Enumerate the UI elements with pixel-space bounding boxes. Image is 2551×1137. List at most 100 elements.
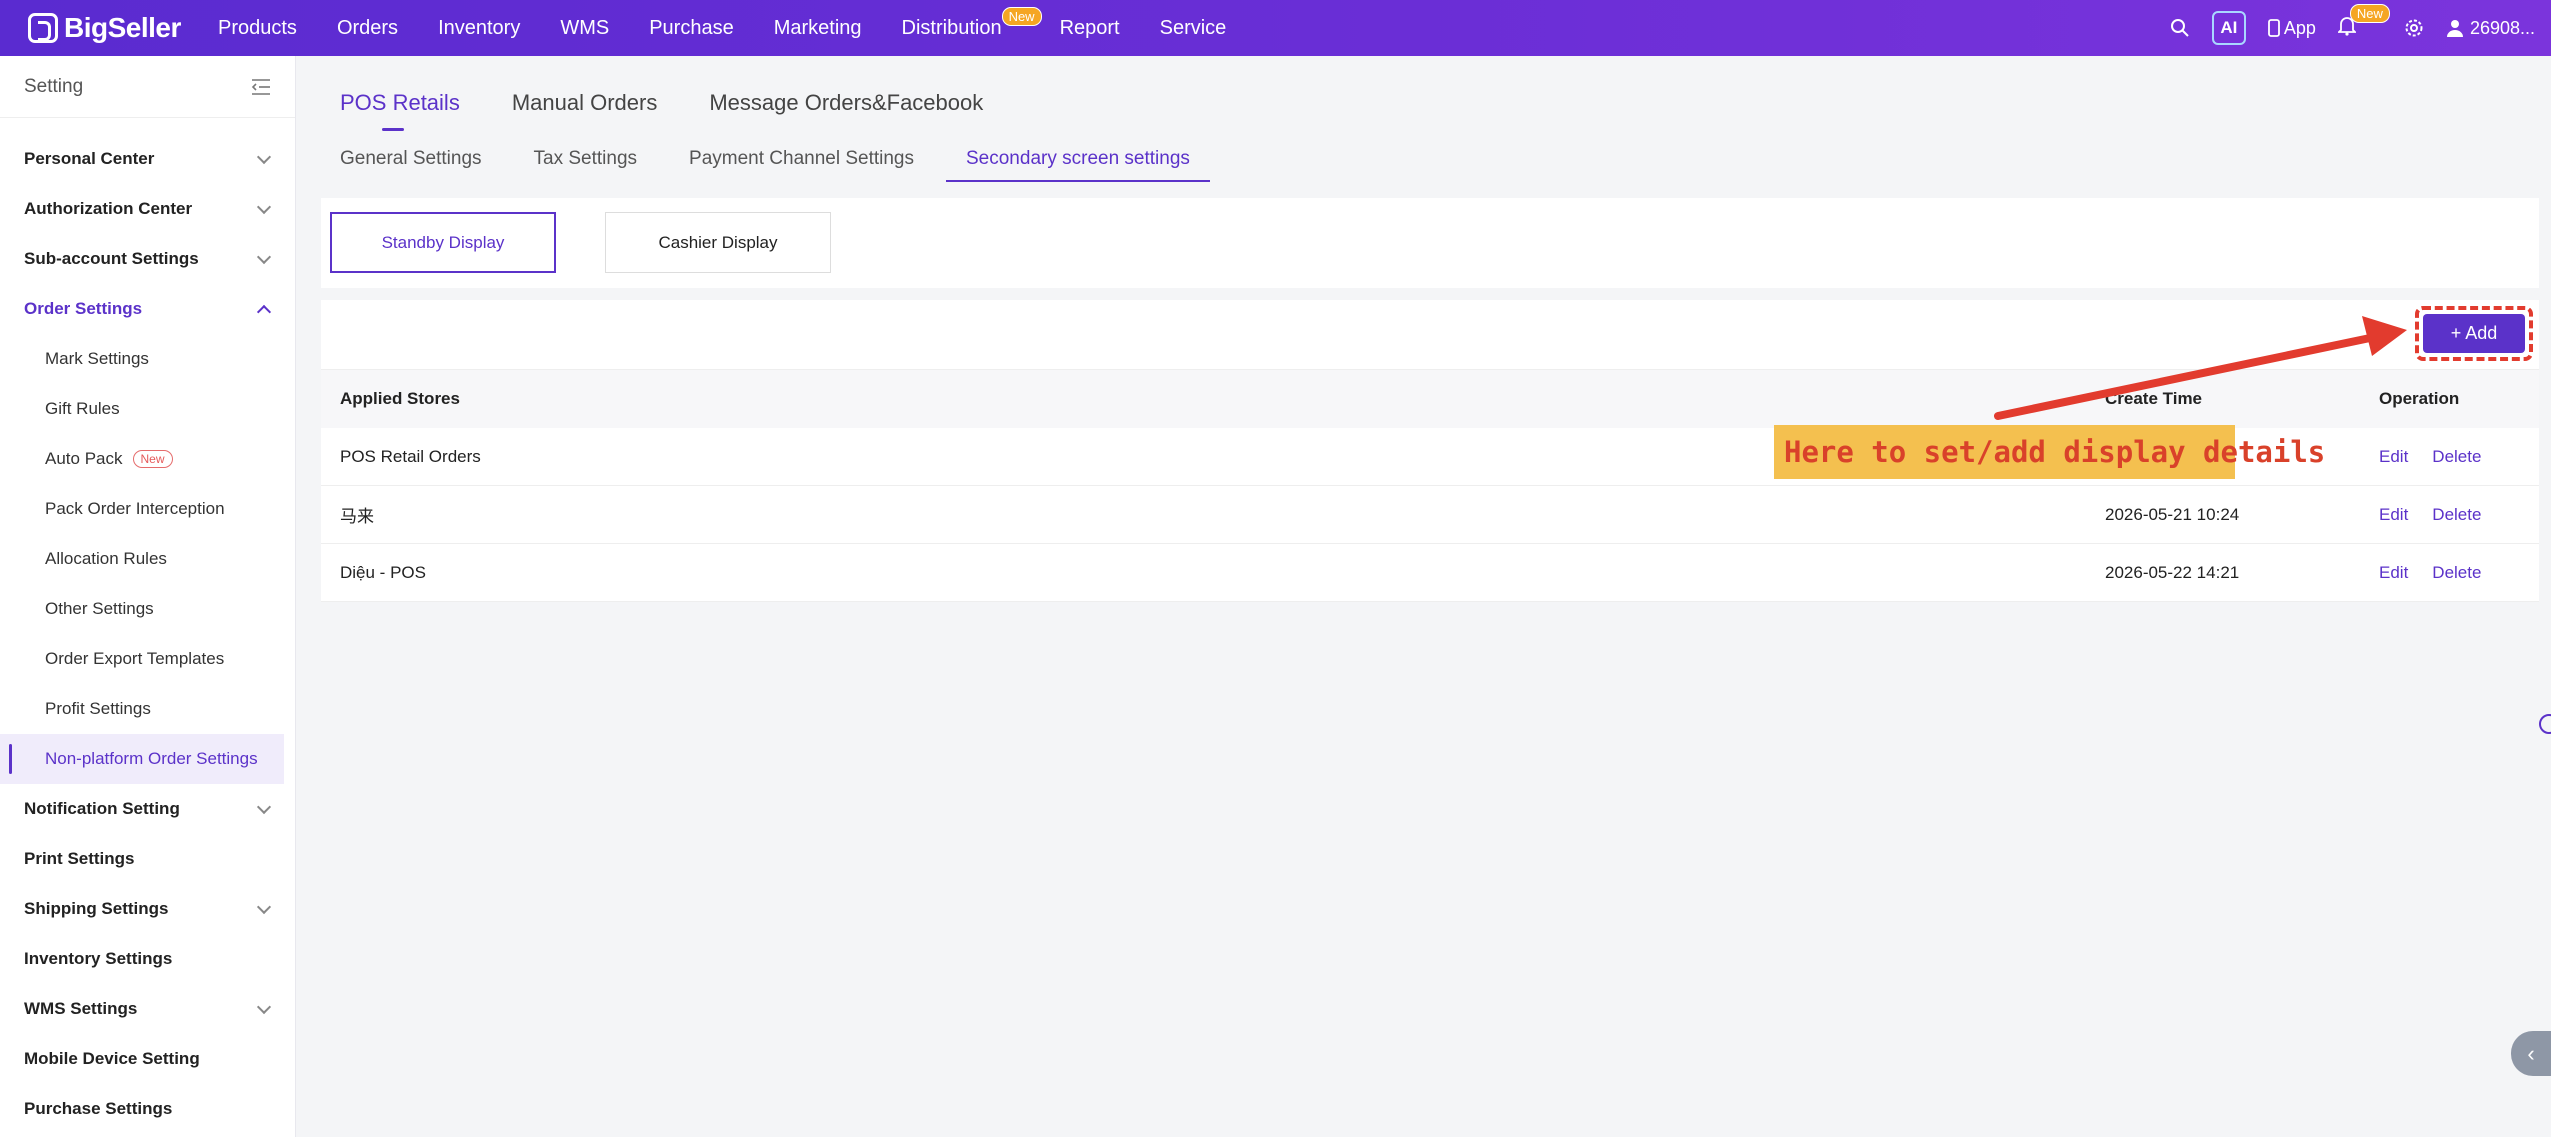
top-right-tools: AI App New 26908... [2170, 0, 2535, 56]
table-row: 马来 2026-05-21 10:24 Edit Delete [321, 486, 2539, 544]
chevron-down-icon [256, 199, 272, 215]
sidebar-subitem-auto-pack[interactable]: Auto Pack New [0, 434, 295, 484]
tab-manual-orders[interactable]: Manual Orders [512, 90, 658, 116]
edit-link[interactable]: Edit [2379, 505, 2408, 525]
nav-products[interactable]: Products [218, 17, 297, 40]
sidebar-item-personal-center[interactable]: Personal Center [0, 134, 295, 184]
nav-inventory[interactable]: Inventory [438, 17, 520, 40]
annotation-callout: Here to set/add display details [1774, 425, 2325, 479]
chevron-left-icon[interactable]: ‹ [2511, 1031, 2551, 1076]
sidebar-item-sub-account-settings[interactable]: Sub-account Settings [0, 234, 295, 284]
tab-tax-settings[interactable]: Tax Settings [534, 148, 638, 182]
nav-purchase[interactable]: Purchase [649, 17, 734, 40]
sidebar-item-inventory-settings[interactable]: Inventory Settings [0, 934, 295, 984]
sidebar-item-label: Print Settings [24, 849, 135, 868]
sidebar-item-mobile-device-setting[interactable]: Mobile Device Setting [0, 1034, 295, 1084]
nav-report[interactable]: Report [1060, 17, 1120, 40]
loading-spinner-icon [2539, 714, 2551, 734]
sidebar-item-notification-setting[interactable]: Notification Setting [0, 784, 295, 834]
sidebar-item-purchase-settings[interactable]: Purchase Settings [0, 1084, 295, 1134]
store-name: 马来 [340, 507, 374, 526]
sidebar-subitem-pack-order-interception[interactable]: Pack Order Interception [0, 484, 295, 534]
search-icon[interactable] [2170, 18, 2190, 38]
top-navigation-bar: BigSeller Products Orders Inventory WMS … [0, 0, 2551, 56]
chevron-down-icon [256, 799, 272, 815]
sidebar-menu: Personal Center Authorization Center Sub… [0, 118, 295, 1134]
sidebar-subitem-other-settings[interactable]: Other Settings [0, 584, 295, 634]
sidebar-subitem-order-export-templates[interactable]: Order Export Templates [0, 634, 295, 684]
sidebar-item-label: Mobile Device Setting [24, 1049, 200, 1068]
nav-service[interactable]: Service [1160, 17, 1227, 40]
standby-display-button[interactable]: Standby Display [330, 212, 556, 273]
row-actions: Edit Delete [2379, 447, 2481, 467]
tab-secondary-screen-settings[interactable]: Secondary screen settings [946, 148, 1210, 182]
sidebar-subitem-gift-rules[interactable]: Gift Rules [0, 384, 295, 434]
app-link[interactable]: App [2268, 18, 2316, 39]
sidebar-item-print-settings[interactable]: Print Settings [0, 834, 295, 884]
table-header: Applied Stores Create Time Operation [321, 370, 2539, 428]
sidebar-item-label: Order Settings [24, 299, 143, 318]
gear-icon[interactable] [2404, 18, 2424, 38]
nav-distribution-label: Distribution [901, 16, 1002, 39]
sidebar-subitem-profit-settings[interactable]: Profit Settings [0, 684, 295, 734]
cashier-display-button[interactable]: Cashier Display [605, 212, 831, 273]
user-icon [2446, 20, 2463, 37]
row-actions: Edit Delete [2379, 505, 2481, 525]
display-type-panel: Standby Display Cashier Display [321, 198, 2539, 288]
sidebar-item-label: WMS Settings [24, 999, 138, 1018]
sidebar-item-authorization-center[interactable]: Authorization Center [0, 184, 295, 234]
sidebar-subitem-label: Auto Pack [45, 449, 123, 468]
sidebar-item-label: Purchase Settings [24, 1099, 173, 1118]
brand-name: BigSeller [64, 12, 181, 43]
sidebar-subitem-non-platform-order-settings[interactable]: Non-platform Order Settings [0, 734, 284, 784]
delete-link[interactable]: Delete [2432, 563, 2481, 583]
nav-distribution[interactable]: Distribution New [901, 6, 1042, 40]
new-badge: New [1001, 6, 1042, 26]
chevron-down-icon [256, 999, 272, 1015]
sidebar-item-label: Authorization Center [24, 199, 193, 218]
sidebar-header: Setting [0, 56, 295, 118]
collapse-sidebar-icon[interactable] [251, 78, 271, 96]
store-name: POS Retail Orders [340, 446, 481, 466]
row-actions: Edit Delete [2379, 563, 2481, 583]
nav-wms[interactable]: WMS [560, 17, 609, 40]
main-nav: Products Orders Inventory WMS Purchase M… [218, 0, 1266, 56]
chevron-up-icon [256, 304, 272, 319]
delete-link[interactable]: Delete [2432, 447, 2481, 467]
ai-assistant-button[interactable]: AI [2211, 11, 2246, 45]
sidebar-item-wms-settings[interactable]: WMS Settings [0, 984, 295, 1034]
user-name: 26908... [2469, 17, 2535, 38]
main-content: POS Retails Manual Orders Message Orders… [296, 56, 2551, 1137]
create-time: 2026-05-22 14:21 [2105, 562, 2240, 582]
sidebar-item-label: Inventory Settings [24, 949, 173, 968]
primary-tabs: POS Retails Manual Orders Message Orders… [340, 90, 983, 131]
user-menu[interactable]: 26908... [2446, 18, 2535, 39]
sidebar-subitem-mark-settings[interactable]: Mark Settings [0, 334, 295, 384]
edit-link[interactable]: Edit [2379, 447, 2408, 467]
add-button[interactable]: + Add [2423, 314, 2525, 353]
edit-link[interactable]: Edit [2379, 563, 2408, 583]
tab-payment-channel-settings[interactable]: Payment Channel Settings [689, 148, 914, 182]
delete-link[interactable]: Delete [2432, 505, 2481, 525]
tab-general-settings[interactable]: General Settings [340, 148, 482, 182]
sidebar-subitem-allocation-rules[interactable]: Allocation Rules [0, 534, 295, 584]
sidebar-item-label: Sub-account Settings [24, 249, 199, 268]
secondary-tabs: General Settings Tax Settings Payment Ch… [340, 148, 1210, 182]
sidebar-item-shipping-settings[interactable]: Shipping Settings [0, 884, 295, 934]
chevron-down-icon [256, 149, 272, 165]
column-create-time: Create Time [2105, 389, 2203, 408]
bigseller-logo[interactable]: BigSeller [28, 12, 218, 44]
tab-pos-retails[interactable]: POS Retails [340, 90, 460, 131]
store-name: Diệu - POS [340, 562, 426, 582]
nav-marketing[interactable]: Marketing [774, 17, 862, 40]
settings-sidebar: Setting Personal Center Authorization Ce… [0, 56, 296, 1137]
nav-orders[interactable]: Orders [337, 17, 398, 40]
column-operation: Operation [2379, 389, 2460, 408]
notification-button[interactable]: New [2336, 3, 2390, 41]
sidebar-item-order-settings[interactable]: Order Settings [0, 284, 295, 334]
tab-message-orders-facebook[interactable]: Message Orders&Facebook [709, 90, 983, 116]
new-tag: New [132, 450, 173, 468]
app-label: App [2283, 17, 2316, 38]
bigseller-logo-icon [28, 13, 58, 43]
sidebar-title: Setting [24, 75, 84, 97]
